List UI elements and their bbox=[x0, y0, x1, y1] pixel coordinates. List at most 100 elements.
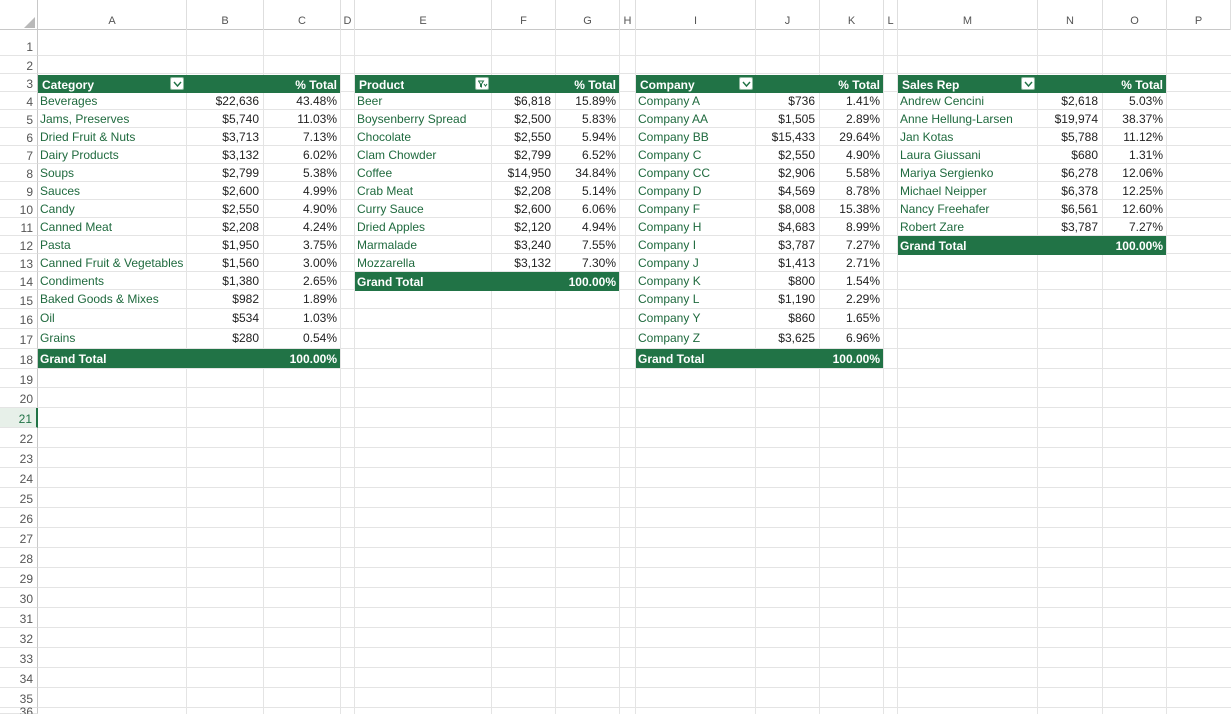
product-row-label[interactable]: Beer bbox=[357, 94, 491, 108]
row-header-20[interactable]: 20 bbox=[0, 388, 38, 408]
company-row-value[interactable]: $8,008 bbox=[756, 202, 815, 216]
salesrep-filter-button[interactable] bbox=[1021, 77, 1035, 90]
company-row-pct[interactable]: 8.99% bbox=[820, 220, 880, 234]
category-row-pct[interactable]: 3.00% bbox=[264, 256, 337, 270]
row-header-27[interactable]: 27 bbox=[0, 528, 38, 548]
company-row-pct[interactable]: 8.78% bbox=[820, 184, 880, 198]
product-row-value[interactable]: $2,600 bbox=[492, 202, 551, 216]
company-row-label[interactable]: Company J bbox=[638, 256, 755, 270]
salesrep-grand-total-pct[interactable]: 100.00% bbox=[1103, 239, 1163, 253]
category-filter-button[interactable] bbox=[170, 77, 184, 90]
product-row-value[interactable]: $3,240 bbox=[492, 238, 551, 252]
salesrep-row-pct[interactable]: 7.27% bbox=[1103, 220, 1163, 234]
company-filter-button[interactable] bbox=[739, 77, 753, 90]
company-row-value[interactable]: $1,190 bbox=[756, 292, 815, 306]
row-header-3[interactable]: 3 bbox=[0, 74, 38, 92]
category-row-label[interactable]: Oil bbox=[40, 311, 186, 325]
category-row-label[interactable]: Beverages bbox=[40, 94, 186, 108]
category-row-label[interactable]: Condiments bbox=[40, 274, 186, 288]
product-row-label[interactable]: Curry Sauce bbox=[357, 202, 491, 216]
company-row-value[interactable]: $736 bbox=[756, 94, 815, 108]
company-grand-total-label[interactable]: Grand Total bbox=[638, 352, 704, 366]
column-header-a[interactable]: A bbox=[38, 0, 187, 30]
product-row-pct[interactable]: 7.55% bbox=[556, 238, 616, 252]
column-header-o[interactable]: O bbox=[1103, 0, 1167, 30]
column-header-h[interactable]: H bbox=[620, 0, 636, 30]
column-header-e[interactable]: E bbox=[355, 0, 492, 30]
company-row-pct[interactable]: 7.27% bbox=[820, 238, 880, 252]
category-row-label[interactable]: Dried Fruit & Nuts bbox=[40, 130, 186, 144]
company-row-label[interactable]: Company Z bbox=[638, 331, 755, 345]
category-row-label[interactable]: Grains bbox=[40, 331, 186, 345]
product-grand-total-label[interactable]: Grand Total bbox=[357, 275, 423, 289]
company-row-value[interactable]: $4,683 bbox=[756, 220, 815, 234]
category-row-label[interactable]: Canned Fruit & Vegetables bbox=[40, 256, 186, 270]
select-all-corner[interactable] bbox=[0, 0, 38, 30]
product-pct-total-header[interactable]: % Total bbox=[556, 78, 616, 92]
salesrep-row-value[interactable]: $6,278 bbox=[1038, 166, 1098, 180]
salesrep-row-value[interactable]: $6,561 bbox=[1038, 202, 1098, 216]
salesrep-row-value[interactable]: $19,974 bbox=[1038, 112, 1098, 126]
category-row-value[interactable]: $280 bbox=[187, 331, 259, 345]
company-row-value[interactable]: $2,550 bbox=[756, 148, 815, 162]
column-header-i[interactable]: I bbox=[636, 0, 756, 30]
company-row-label[interactable]: Company Y bbox=[638, 311, 755, 325]
row-header-22[interactable]: 22 bbox=[0, 428, 38, 448]
company-row-label[interactable]: Company D bbox=[638, 184, 755, 198]
salesrep-row-value[interactable]: $3,787 bbox=[1038, 220, 1098, 234]
company-row-pct[interactable]: 2.29% bbox=[820, 292, 880, 306]
row-header-31[interactable]: 31 bbox=[0, 608, 38, 628]
row-header-34[interactable]: 34 bbox=[0, 668, 38, 688]
column-header-d[interactable]: D bbox=[341, 0, 355, 30]
product-row-pct[interactable]: 15.89% bbox=[556, 94, 616, 108]
row-header-26[interactable]: 26 bbox=[0, 508, 38, 528]
category-row-pct[interactable]: 7.13% bbox=[264, 130, 337, 144]
salesrep-pct-total-header[interactable]: % Total bbox=[1103, 78, 1163, 92]
row-header-1[interactable]: 1 bbox=[0, 30, 38, 56]
product-row-pct[interactable]: 5.14% bbox=[556, 184, 616, 198]
column-header-g[interactable]: G bbox=[556, 0, 620, 30]
company-row-value[interactable]: $3,787 bbox=[756, 238, 815, 252]
product-row-pct[interactable]: 7.30% bbox=[556, 256, 616, 270]
category-row-value[interactable]: $3,132 bbox=[187, 148, 259, 162]
company-row-pct[interactable]: 1.65% bbox=[820, 311, 880, 325]
category-row-pct[interactable]: 4.99% bbox=[264, 184, 337, 198]
company-row-pct[interactable]: 15.38% bbox=[820, 202, 880, 216]
row-header-10[interactable]: 10 bbox=[0, 200, 38, 218]
category-row-label[interactable]: Canned Meat bbox=[40, 220, 186, 234]
row-header-13[interactable]: 13 bbox=[0, 254, 38, 272]
column-header-k[interactable]: K bbox=[820, 0, 884, 30]
category-row-pct[interactable]: 4.90% bbox=[264, 202, 337, 216]
salesrep-row-pct[interactable]: 5.03% bbox=[1103, 94, 1163, 108]
row-header-14[interactable]: 14 bbox=[0, 272, 38, 290]
company-row-label[interactable]: Company I bbox=[638, 238, 755, 252]
salesrep-row-label[interactable]: Andrew Cencini bbox=[900, 94, 1037, 108]
company-row-pct[interactable]: 1.54% bbox=[820, 274, 880, 288]
salesrep-header-label[interactable]: Sales Rep bbox=[902, 78, 959, 92]
row-header-16[interactable]: 16 bbox=[0, 309, 38, 329]
company-row-label[interactable]: Company A bbox=[638, 94, 755, 108]
salesrep-row-pct[interactable]: 38.37% bbox=[1103, 112, 1163, 126]
row-header-5[interactable]: 5 bbox=[0, 110, 38, 128]
column-header-l[interactable]: L bbox=[884, 0, 898, 30]
row-header-18[interactable]: 18 bbox=[0, 349, 38, 369]
category-row-label[interactable]: Soups bbox=[40, 166, 186, 180]
row-header-33[interactable]: 33 bbox=[0, 648, 38, 668]
salesrep-row-value[interactable]: $6,378 bbox=[1038, 184, 1098, 198]
row-header-17[interactable]: 17 bbox=[0, 329, 38, 349]
column-header-p[interactable]: P bbox=[1167, 0, 1231, 30]
category-row-value[interactable]: $2,799 bbox=[187, 166, 259, 180]
salesrep-row-pct[interactable]: 1.31% bbox=[1103, 148, 1163, 162]
spreadsheet-grid[interactable]: ABCDEFGHIJKLMNOP 1 2 3 4 5 6 7 8 9 10 11 12 13 14 15 16… bbox=[0, 0, 1231, 714]
row-header-9[interactable]: 9 bbox=[0, 182, 38, 200]
product-row-value[interactable]: $2,120 bbox=[492, 220, 551, 234]
company-header-label[interactable]: Company bbox=[640, 78, 695, 92]
salesrep-row-label[interactable]: Laura Giussani bbox=[900, 148, 1037, 162]
category-row-value[interactable]: $1,560 bbox=[187, 256, 259, 270]
product-row-pct[interactable]: 6.52% bbox=[556, 148, 616, 162]
company-pct-total-header[interactable]: % Total bbox=[820, 78, 880, 92]
product-row-value[interactable]: $14,950 bbox=[492, 166, 551, 180]
salesrep-row-label[interactable]: Michael Neipper bbox=[900, 184, 1037, 198]
company-row-value[interactable]: $3,625 bbox=[756, 331, 815, 345]
company-row-pct[interactable]: 1.41% bbox=[820, 94, 880, 108]
